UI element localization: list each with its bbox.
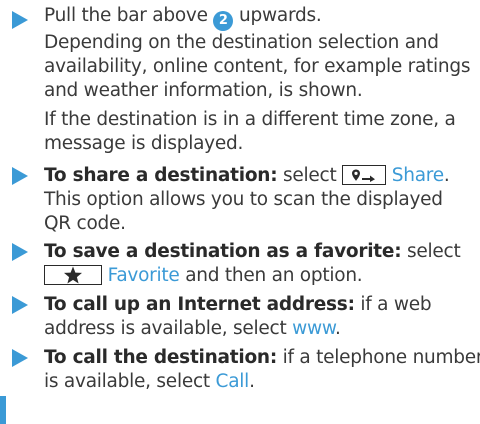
section-marker-bar bbox=[0, 396, 6, 424]
step-1-line-4: and weather information, is shown. bbox=[44, 80, 363, 101]
step-1-note-line-2: message is displayed. bbox=[44, 133, 244, 154]
step-1-note-line-1: If the destination is in a different tim… bbox=[44, 109, 456, 130]
step-1-line-2: Depending on the destination selection a… bbox=[44, 32, 439, 53]
step-4-line-1: To call up an Internet address: if a web bbox=[44, 294, 432, 315]
favorite-link[interactable]: Favorite bbox=[108, 265, 180, 286]
step-3-line-2: Favorite and then an option. bbox=[44, 264, 476, 288]
step-4-text: To call up an Internet address: if a web… bbox=[44, 293, 476, 341]
step-5-line-1: To call the destination: if a telephone … bbox=[44, 347, 480, 368]
step-5-line-2: is available, select Call. bbox=[44, 371, 255, 392]
step-3-heading: To save a destination as a favorite: bbox=[44, 241, 402, 262]
instruction-steps: Pull the bar above 2 upwards. Depending … bbox=[0, 0, 480, 424]
step-2-line-1: To share a destination: select Share. bbox=[44, 165, 450, 186]
triangle-arrow-icon bbox=[12, 167, 28, 185]
triangle-arrow-icon bbox=[12, 349, 28, 367]
step-5-heading: To call the destination: bbox=[44, 347, 277, 368]
step-3-line-1: To save a destination as a favorite: sel… bbox=[44, 241, 461, 262]
favorite-key[interactable] bbox=[44, 265, 102, 285]
star-icon bbox=[64, 266, 82, 284]
step-1-line-1: Pull the bar above 2 upwards. bbox=[44, 4, 476, 31]
step-4-heading: To call up an Internet address: bbox=[44, 294, 355, 315]
share-link[interactable]: Share bbox=[392, 165, 444, 186]
triangle-arrow-icon bbox=[12, 11, 28, 29]
step-2-line-2: This option allows you to scan the displ… bbox=[44, 189, 443, 210]
step-4-line-2: address is available, select www. bbox=[44, 318, 341, 339]
step-5-text: To call the destination: if a telephone … bbox=[44, 346, 480, 394]
triangle-arrow-icon bbox=[12, 296, 28, 314]
call-link[interactable]: Call bbox=[216, 371, 250, 392]
www-link[interactable]: www bbox=[292, 318, 335, 339]
step-1-line-3: availability, online content, for exampl… bbox=[44, 56, 471, 77]
step-2-heading: To share a destination: bbox=[44, 165, 278, 186]
triangle-arrow-icon bbox=[12, 243, 28, 261]
step-3-text: To save a destination as a favorite: sel… bbox=[44, 240, 476, 288]
share-destination-key[interactable] bbox=[342, 165, 387, 185]
step-2-line-3: QR code. bbox=[44, 213, 126, 234]
step-1-note: If the destination is in a different tim… bbox=[44, 108, 476, 156]
callout-number-badge: 2 bbox=[213, 11, 234, 31]
step-2-text: To share a destination: select Share. Th… bbox=[44, 164, 476, 236]
step-1-text: Pull the bar above 2 upwards. Depending … bbox=[44, 4, 476, 103]
share-destination-icon bbox=[352, 169, 376, 182]
